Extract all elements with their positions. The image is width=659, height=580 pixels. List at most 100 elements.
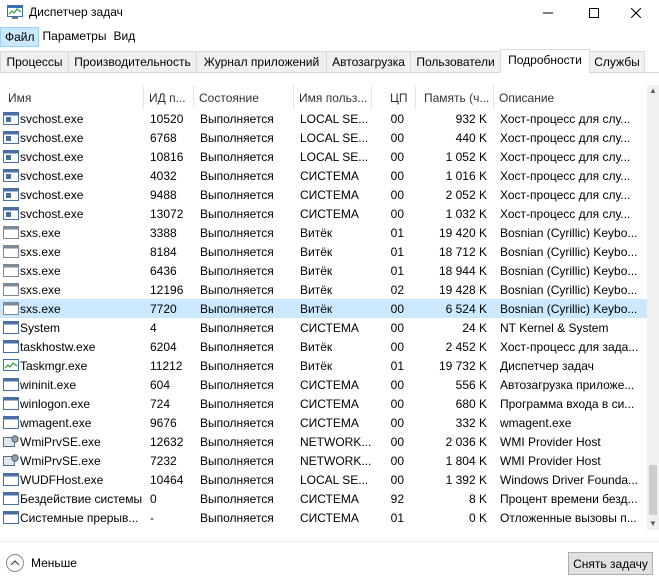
cell-status: Выполняется (200, 492, 274, 506)
column-header-description[interactable]: Описание (494, 85, 647, 109)
table-row[interactable]: wmagent.exe 9676 Выполняется СИСТЕМА 00 332 K… (0, 413, 647, 432)
cell-status: Выполняется (200, 359, 274, 373)
table-row[interactable]: sxs.exe 8184 Выполняется Витёк 01 18 712 K Bos… (0, 242, 647, 261)
close-button[interactable] (613, 0, 659, 26)
cell-status: Выполняется (200, 245, 274, 259)
cell-description: NT Kernel & System (500, 321, 609, 335)
table-row[interactable]: sxs.exe 6436 Выполняется Витёк 01 18 944 K Bos… (0, 261, 647, 280)
cell-memory: 19 428 K (438, 283, 487, 297)
table-row[interactable]: System 4 Выполняется СИСТЕМА 00 24 K NT Kernel… (0, 318, 647, 337)
cell-user: LOCAL SE... (300, 473, 369, 487)
column-header-pid[interactable]: ИД п... (144, 85, 194, 109)
cell-status: Выполняется (200, 169, 274, 183)
cell-description: Хост-процесс для слу... (500, 112, 631, 126)
cell-name: svchost.exe (20, 169, 84, 183)
column-header-memory[interactable]: Память (ч... (416, 85, 494, 109)
menu-file[interactable]: Файл (0, 27, 39, 47)
tab-bar: Процессы Производительность Журнал прило… (0, 49, 659, 73)
cell-description: Хост-процесс для слу... (500, 150, 631, 164)
cell-pid: 4032 (150, 169, 177, 183)
table-row[interactable]: svchost.exe 10816 Выполняется LOCAL SE... 00… (0, 147, 647, 166)
table-row[interactable]: svchost.exe 10520 Выполняется LOCAL SE... 00… (0, 109, 647, 128)
table-row[interactable]: svchost.exe 4032 Выполняется СИСТЕМА 00 1 016… (0, 166, 647, 185)
table-row[interactable]: WmiPrvSE.exe 7232 Выполняется NETWORK... 00 1… (0, 451, 647, 470)
scroll-up-arrow-icon[interactable]: ▲ (647, 85, 659, 97)
tab-processes[interactable]: Процессы (0, 51, 69, 72)
application-icon (3, 245, 19, 258)
cell-memory: 18 712 K (438, 245, 487, 259)
table-row[interactable]: svchost.exe 13072 Выполняется СИСТЕМА 00 1 03… (0, 204, 647, 223)
table-row[interactable]: Бездействие системы 0 Выполняется СИСТЕМА 92… (0, 489, 647, 508)
tab-performance[interactable]: Производительность (68, 51, 197, 72)
column-header-name[interactable]: Имя (0, 85, 144, 109)
cell-user: Витёк (300, 283, 333, 297)
cell-user: СИСТЕМА (300, 397, 359, 411)
cell-memory: 24 K (462, 321, 487, 335)
table-row[interactable]: taskhostw.exe 6204 Выполняется Витёк 00 2 452… (0, 337, 647, 356)
cell-description: Bosnian (Cyrillic) Keybo... (500, 283, 638, 297)
scrollbar-thumb[interactable] (649, 465, 657, 515)
cell-user: Витёк (300, 340, 333, 354)
tab-startup[interactable]: Автозагрузка (326, 51, 411, 72)
cell-cpu: 00 (390, 302, 404, 316)
table-row[interactable]: sxs.exe 3388 Выполняется Витёк 01 19 420 K Bos… (0, 223, 647, 242)
table-row[interactable]: Taskmgr.exe 11212 Выполняется Витёк 01 19 732… (0, 356, 647, 375)
tab-app-history[interactable]: Журнал приложений (196, 51, 327, 72)
details-table: Имя ИД п... Состояние Имя польз... ЦП Па… (0, 85, 647, 530)
cell-memory: 2 052 K (445, 188, 487, 202)
cell-user: СИСТЕМА (300, 321, 359, 335)
minimize-button[interactable] (525, 0, 571, 26)
column-header-status[interactable]: Состояние (194, 85, 294, 109)
window-title: Диспетчер задач (29, 5, 123, 19)
fewer-details-button[interactable]: Меньше (6, 554, 77, 572)
cell-description: Bosnian (Cyrillic) Keybo... (500, 302, 638, 316)
tab-details[interactable]: Подробности (500, 49, 590, 73)
table-row[interactable]: Системные прерыв... - Выполняется СИСТЕМА 01… (0, 508, 647, 527)
table-row[interactable]: wininit.exe 604 Выполняется СИСТЕМА 00 556 K А… (0, 375, 647, 394)
menu-bar: Файл Параметры Вид (0, 27, 659, 47)
cell-cpu: 00 (390, 150, 404, 164)
cell-memory: 19 420 K (438, 226, 487, 240)
table-row[interactable]: winlogon.exe 724 Выполняется СИСТЕМА 00 680 K… (0, 394, 647, 413)
cell-cpu: 00 (390, 207, 404, 221)
cell-memory: 6 524 K (445, 302, 487, 316)
column-header-cpu[interactable]: ЦП (372, 85, 416, 109)
column-header-user[interactable]: Имя польз... (294, 85, 372, 109)
vertical-scrollbar[interactable]: ▲ ▼ (647, 85, 659, 530)
menu-view[interactable]: Вид (109, 27, 138, 47)
cell-description: wmagent.exe (500, 416, 572, 430)
cell-description: WMI Provider Host (500, 454, 601, 468)
cell-name: wmagent.exe (20, 416, 92, 430)
cell-name: sxs.exe (20, 283, 61, 297)
cell-cpu: 00 (390, 378, 404, 392)
scroll-down-arrow-icon[interactable]: ▼ (647, 518, 659, 530)
table-row[interactable]: svchost.exe 6768 Выполняется LOCAL SE... 00 4… (0, 128, 647, 147)
cell-cpu: 01 (390, 264, 404, 278)
cell-memory: 18 944 K (438, 264, 487, 278)
table-row[interactable]: svchost.exe 9488 Выполняется СИСТЕМА 00 2 052… (0, 185, 647, 204)
tab-services[interactable]: Службы (589, 51, 645, 72)
system-process-icon (3, 321, 19, 334)
table-row[interactable]: WmiPrvSE.exe 12632 Выполняется NETWORK... 00… (0, 432, 647, 451)
cell-description: Отложенные вызовы п... (500, 511, 637, 525)
cell-description: Bosnian (Cyrillic) Keybo... (500, 264, 638, 278)
tab-users[interactable]: Пользователи (410, 51, 501, 72)
cell-pid: 0 (150, 492, 157, 506)
cell-description: Хост-процесс для слу... (500, 169, 631, 183)
cell-status: Выполняется (200, 112, 274, 126)
cell-cpu: 00 (390, 416, 404, 430)
cell-description: Процент времени безд... (500, 492, 638, 506)
footer: Меньше Снять задачу (0, 541, 659, 580)
table-row[interactable]: sxs.exe 12196 Выполняется Витёк 02 19 428 K Bo… (0, 280, 647, 299)
table-row[interactable]: sxs.exe 7720 Выполняется Витёк 00 6 524 K Bosn… (0, 299, 647, 318)
table-row[interactable]: WUDFHost.exe 10464 Выполняется LOCAL SE... 0… (0, 470, 647, 489)
cell-name: svchost.exe (20, 112, 84, 126)
cell-cpu: 00 (390, 188, 404, 202)
cell-status: Выполняется (200, 188, 274, 202)
maximize-button[interactable] (571, 0, 617, 26)
end-task-button[interactable]: Снять задачу (568, 552, 653, 575)
cell-pid: 6768 (150, 131, 177, 145)
cell-pid: 3388 (150, 226, 177, 240)
menu-options[interactable]: Параметры (39, 27, 110, 47)
cell-memory: 1 016 K (445, 169, 487, 183)
